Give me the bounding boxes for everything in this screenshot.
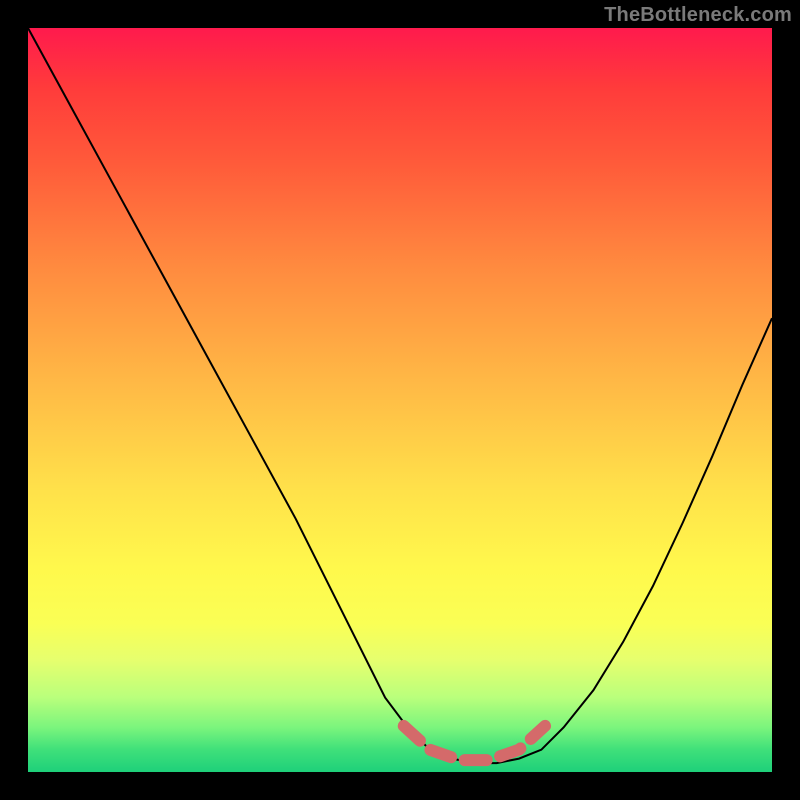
red-band-path — [404, 726, 545, 760]
chart-stage: TheBottleneck.com — [0, 0, 800, 800]
black-curve-path — [28, 28, 772, 763]
watermark-text: TheBottleneck.com — [604, 4, 792, 27]
curve-svg — [28, 28, 772, 772]
plot-area — [28, 28, 772, 772]
